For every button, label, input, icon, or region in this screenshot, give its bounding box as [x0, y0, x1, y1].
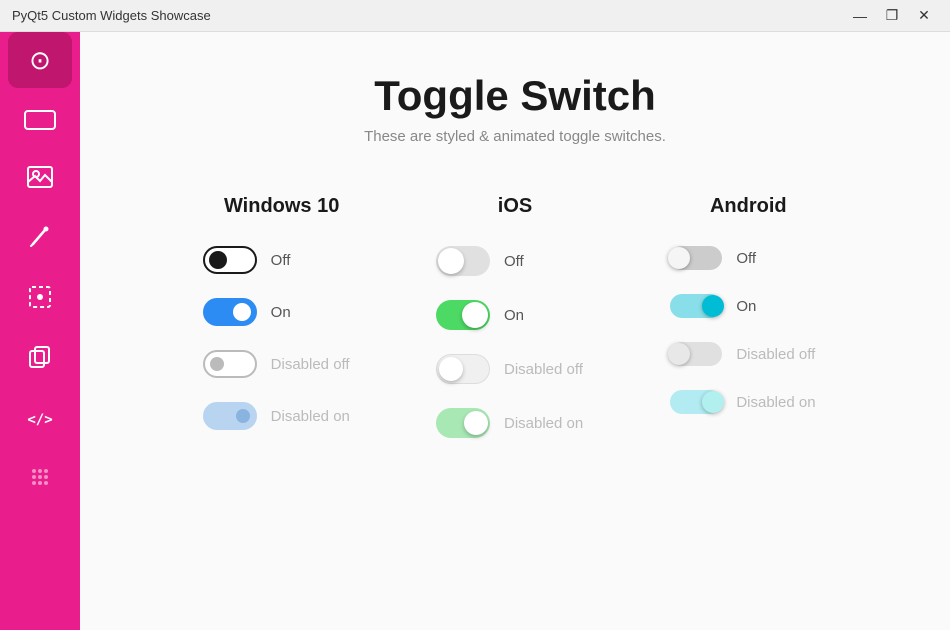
app-title: PyQt5 Custom Widgets Showcase [12, 8, 211, 23]
ios-disabled-off-row: Disabled off [398, 354, 631, 384]
picker-icon [29, 226, 51, 254]
dots-icon [28, 465, 52, 495]
win-toggle-disabled-off [203, 350, 257, 378]
toggle-icon: ⊙ [29, 45, 51, 76]
win-knob-disabled-on [236, 409, 250, 423]
windows-header: Windows 10 [224, 195, 339, 218]
android-knob-disabled-on [702, 391, 724, 413]
ios-toggle-disabled-on [436, 408, 490, 438]
android-header: Android [710, 195, 787, 218]
ios-header: iOS [498, 195, 532, 218]
sidebar-item-select[interactable] [8, 272, 72, 328]
ios-off-row: Off [398, 246, 631, 276]
win-toggle-disabled-on [203, 402, 257, 430]
ios-knob-disabled-off [439, 357, 463, 381]
sidebar-item-copy[interactable] [8, 332, 72, 388]
main-content: Toggle Switch These are styled & animate… [80, 32, 950, 630]
window-controls: — ❐ ✕ [846, 4, 938, 28]
android-disabled-on-row: Disabled on [632, 390, 865, 414]
ios-column: iOS Off On Disabled off [398, 195, 631, 454]
minimize-button[interactable]: — [846, 4, 874, 28]
maximize-button[interactable]: ❐ [878, 4, 906, 28]
select-icon [28, 285, 52, 315]
image-icon [27, 166, 53, 194]
win-knob-off [209, 251, 227, 269]
android-toggle-off[interactable] [670, 246, 722, 270]
win-label-disabled-off: Disabled off [271, 356, 361, 373]
android-knob-disabled-off [668, 343, 690, 365]
win-knob-disabled-off [210, 357, 224, 371]
close-button[interactable]: ✕ [910, 4, 938, 28]
ios-label-off: Off [504, 253, 594, 270]
win-toggle-off[interactable] [203, 246, 257, 274]
win-label-disabled-on: Disabled on [271, 408, 361, 425]
android-knob-on [702, 295, 724, 317]
ios-label-disabled-on: Disabled on [504, 415, 594, 432]
android-toggle-disabled-off [670, 342, 722, 366]
android-label-disabled-on: Disabled on [736, 394, 826, 411]
win-on-row: On [165, 298, 398, 326]
android-label-off: Off [736, 250, 826, 267]
win-disabled-on-row: Disabled on [165, 402, 398, 430]
win-disabled-off-row: Disabled off [165, 350, 398, 378]
sidebar-item-dots[interactable] [8, 452, 72, 508]
android-column: Android Off On Disabled off [632, 195, 865, 454]
sidebar-item-toggle[interactable]: ⊙ [8, 32, 72, 88]
android-off-row: Off [632, 246, 865, 270]
android-toggle-on[interactable] [670, 294, 722, 318]
sidebar: ⊙ [0, 0, 80, 630]
sidebar-item-code[interactable]: </> [8, 392, 72, 448]
title-bar: PyQt5 Custom Widgets Showcase — ❐ ✕ [0, 0, 950, 32]
page-title: Toggle Switch [140, 72, 890, 120]
sidebar-item-image[interactable] [8, 152, 72, 208]
win-knob-on [233, 303, 251, 321]
ios-toggle-off[interactable] [436, 246, 490, 276]
page-subtitle: These are styled & animated toggle switc… [140, 128, 890, 145]
ios-disabled-on-row: Disabled on [398, 408, 631, 438]
ios-knob-off [438, 248, 464, 274]
win-toggle-on[interactable] [203, 298, 257, 326]
windows-column: Windows 10 Off On Disabled off [165, 195, 398, 454]
android-knob-off [668, 247, 690, 269]
copy-icon [29, 346, 51, 374]
ios-label-on: On [504, 307, 594, 324]
android-on-row: On [632, 294, 865, 318]
ios-knob-on [462, 302, 488, 328]
toggle-grid: Windows 10 Off On Disabled off [165, 195, 865, 454]
ios-on-row: On [398, 300, 631, 330]
ios-knob-disabled-on [464, 411, 488, 435]
android-toggle-disabled-on [670, 390, 722, 414]
ios-toggle-disabled-off [436, 354, 490, 384]
sidebar-item-card[interactable] [8, 92, 72, 148]
win-off-row: Off [165, 246, 398, 274]
android-label-disabled-off: Disabled off [736, 346, 826, 363]
sidebar-item-picker[interactable] [8, 212, 72, 268]
win-label-off: Off [271, 252, 361, 269]
ios-label-disabled-off: Disabled off [504, 361, 594, 378]
win-label-on: On [271, 304, 361, 321]
code-icon: </> [27, 412, 52, 428]
android-label-on: On [736, 298, 826, 315]
android-disabled-off-row: Disabled off [632, 342, 865, 366]
ios-toggle-on[interactable] [436, 300, 490, 330]
card-icon [24, 110, 56, 130]
